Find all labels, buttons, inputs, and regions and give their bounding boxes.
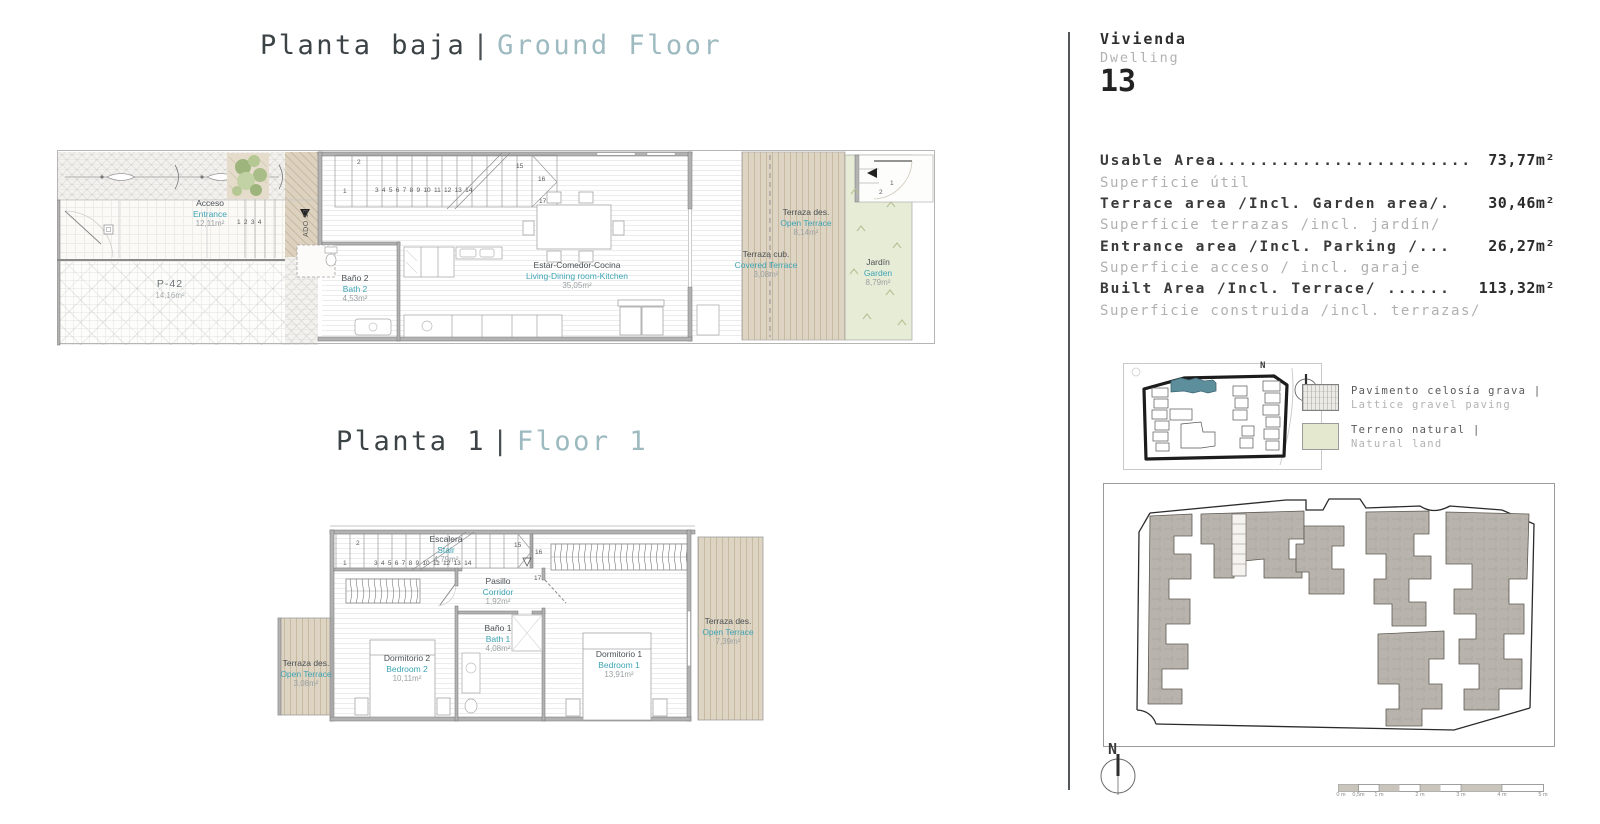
ado13-marker: ADO 13 <box>303 209 310 237</box>
stair-number: 2 <box>356 540 360 547</box>
entrance-step-numbers: 1 2 3 4 <box>237 219 283 226</box>
scale-label: 3 m <box>1456 792 1465 798</box>
vertical-divider <box>1068 32 1070 790</box>
scale-label: 5 m <box>1538 792 1547 798</box>
title-en: Ground Floor <box>497 30 722 61</box>
dwelling-label-es: Vivienda <box>1100 30 1187 48</box>
ground-floor-title: Planta baja|Ground Floor <box>260 30 722 61</box>
stair-number: 2 <box>357 159 361 166</box>
stair-numbers-row: 3 4 5 6 7 8 9 10 11 12 13 14 <box>375 187 515 194</box>
room-label-open-terrace: Terraza des. Open Terrace 8,14m² <box>746 207 866 238</box>
room-label-bath2: Baño 2 Bath 2 4,53m² <box>315 273 395 304</box>
highlighted-dwelling <box>1232 514 1246 576</box>
gravel-swatch <box>1302 384 1339 411</box>
scale-bar: 0 m 0,5m 1 m 2 m 3 m 4 m 5 m <box>1338 781 1553 803</box>
scale-bar-graphic <box>1338 784 1553 794</box>
scale-label: 0,5m <box>1352 792 1364 798</box>
room-label-terrace-right: Terraza des. Open Terrace 7,39m² <box>690 616 766 647</box>
north-letter: N <box>1260 361 1265 371</box>
floor1-title: Planta 1|Floor 1 <box>336 426 648 457</box>
title-es: Planta baja <box>260 30 466 61</box>
room-label-bedroom2: Dormitorio 2 Bedroom 2 10,11m² <box>365 653 449 684</box>
legend-item-natural: Terreno natural | Natural land <box>1302 423 1481 451</box>
room-label-living: Estar-Comedor-Cocina Living-Dining room-… <box>502 260 652 291</box>
ground-floor-linework <box>57 147 937 347</box>
room-label-corridor: Pasillo Corridor 1,92m² <box>462 576 534 607</box>
room-label-bath1: Baño 1 Bath 1 4,08m² <box>466 623 530 654</box>
scale-label: 2 m <box>1415 792 1424 798</box>
room-label-bedroom1: Dormitorio 1 Bedroom 1 13,91m² <box>576 649 662 680</box>
ground-floor-plan: Acceso Entrance 12,11m² P-42 14,16m² Bañ… <box>57 147 937 347</box>
scale-label: 4 m <box>1497 792 1506 798</box>
stair-number: 17 <box>534 575 541 582</box>
dwelling-number: 13 <box>1100 64 1136 99</box>
building-clusters <box>1148 511 1529 726</box>
stair-number: 1 <box>343 560 347 567</box>
room-label-parking: P-42 14,16m² <box>130 278 210 301</box>
north-letter: N <box>1108 740 1117 758</box>
stair-number: 15 <box>514 542 521 549</box>
title-es: Planta 1 <box>336 426 486 457</box>
area-table: Usable Area........................ 73,7… <box>1100 151 1555 322</box>
stair-number: 17 <box>539 198 546 205</box>
north-arrow: N <box>1096 742 1142 804</box>
garden-step-2: 2 <box>879 189 883 196</box>
area-row: Terrace area /Incl. Garden area/. 30,46m… <box>1100 194 1555 216</box>
highlighted-building <box>1171 378 1216 393</box>
room-label-garden: Jardín Garden 8,79m² <box>838 257 918 288</box>
area-row: Built Area /Incl. Terrace/ ...... 113,32… <box>1100 279 1555 301</box>
stair-number: 15 <box>516 163 523 170</box>
locator-linework <box>1124 364 1319 467</box>
area-row: Usable Area........................ 73,7… <box>1100 151 1555 173</box>
legend-item-gravel: Pavimento celosía grava | Lattice gravel… <box>1302 384 1542 412</box>
room-label-covered-terrace: Terraza cub. Covered Terrace 3,08m² <box>706 249 826 280</box>
title-en: Floor 1 <box>517 426 648 457</box>
floor1-plan: Escalera Stair 4,79m² Pasillo Corridor 1… <box>270 503 765 728</box>
staircase <box>335 153 557 209</box>
area-row: Entrance area /Incl. Parking /... 26,27m… <box>1100 237 1555 259</box>
sofa <box>618 300 719 335</box>
stair-number: 1 <box>343 188 347 195</box>
site-locator-map: N <box>1123 363 1322 470</box>
natural-land-swatch <box>1302 423 1339 450</box>
stair-number: 16 <box>535 549 542 556</box>
room-label-terrace-left: Terraza des. Open Terrace 3,08m² <box>275 658 337 689</box>
site-plan <box>1103 483 1555 747</box>
garden-gate <box>859 155 933 202</box>
bush <box>227 153 269 199</box>
north-arrow-graphic <box>1096 742 1142 804</box>
scale-label: 1 m <box>1374 792 1383 798</box>
scale-label: 0 m <box>1336 792 1345 798</box>
floorplan-sheet: Planta baja|Ground Floor Planta 1|Floor … <box>0 0 1600 824</box>
title-separator: | <box>486 426 517 457</box>
title-separator: | <box>466 30 497 61</box>
garden-step-1: 1 <box>890 180 894 187</box>
stair-numbers-row: 3 4 5 6 7 8 9 10 11 12 13 14 <box>374 560 520 567</box>
stair-number: 16 <box>538 176 545 183</box>
site-plan-linework <box>1104 484 1552 744</box>
